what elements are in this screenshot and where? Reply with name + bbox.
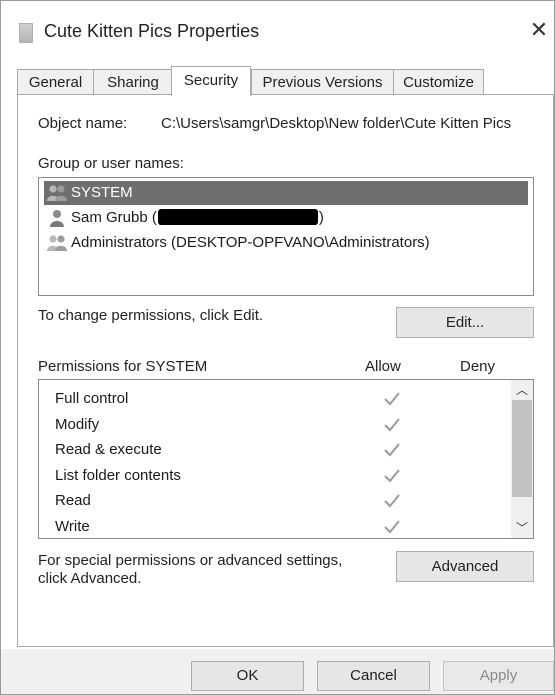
close-button[interactable]: ✕	[526, 17, 552, 43]
close-icon: ✕	[529, 17, 549, 42]
list-item-system[interactable]: SYSTEM	[44, 181, 528, 205]
user-name-prefix: Sam Grubb (	[71, 209, 157, 226]
advanced-hint-line1: For special permissions or advanced sett…	[38, 552, 343, 569]
permission-name: Read	[55, 492, 91, 509]
permission-row: Modify	[55, 412, 505, 437]
users-icon	[47, 235, 67, 251]
list-item-label: Sam Grubb ()	[71, 206, 324, 230]
check-icon	[384, 469, 400, 483]
scroll-thumb[interactable]	[512, 400, 532, 497]
list-item-administrators[interactable]: Administrators (DESKTOP-OPFVANO\Administ…	[44, 231, 528, 255]
permission-name: List folder contents	[55, 467, 181, 484]
permission-name: Read & execute	[55, 441, 162, 458]
group-names-label: Group or user names:	[38, 155, 184, 172]
tab-general[interactable]: General	[17, 69, 94, 95]
title-bar: Cute Kitten Pics Properties ✕	[1, 1, 554, 57]
users-icon	[47, 185, 67, 201]
permission-row: Full control	[55, 386, 505, 411]
allow-header: Allow	[365, 358, 401, 375]
edit-hint: To change permissions, click Edit.	[38, 307, 264, 324]
list-item-label: Administrators (DESKTOP-OPFVANO\Administ…	[71, 234, 430, 251]
list-item-label: SYSTEM	[71, 184, 133, 201]
permission-row: Write	[55, 514, 505, 539]
advanced-button[interactable]: Advanced	[396, 551, 534, 582]
object-name-label: Object name:	[38, 115, 128, 132]
tab-customize[interactable]: Customize	[393, 69, 484, 95]
scroll-up-button[interactable]: ︿	[511, 380, 533, 400]
ok-button[interactable]: OK	[191, 661, 304, 691]
properties-window: Cute Kitten Pics Properties ✕ General Sh…	[0, 0, 555, 695]
object-name-value: C:\Users\samgr\Desktop\New folder\Cute K…	[161, 115, 512, 132]
permission-row: List folder contents	[55, 463, 505, 488]
permission-name: Full control	[55, 390, 129, 407]
window-title: Cute Kitten Pics Properties	[44, 21, 260, 41]
check-icon	[384, 392, 400, 406]
permissions-title: Permissions for SYSTEM	[38, 358, 208, 375]
scroll-down-button[interactable]: ﹀	[511, 518, 533, 538]
tab-security[interactable]: Security	[171, 66, 251, 96]
tab-previous-versions[interactable]: Previous Versions	[251, 69, 394, 95]
redaction-bar	[157, 209, 318, 225]
check-icon	[384, 443, 400, 457]
permissions-scrollbar[interactable]: ︿ ﹀	[511, 380, 533, 538]
check-icon	[384, 418, 400, 432]
deny-header: Deny	[460, 358, 496, 375]
group-user-listbox[interactable]: SYSTEM Sam Grubb () Administrators (DESK…	[38, 177, 534, 296]
user-name-suffix: )	[318, 209, 324, 226]
chevron-up-icon: ︿	[515, 383, 528, 397]
check-icon	[384, 520, 400, 534]
apply-button[interactable]: Apply	[443, 661, 554, 691]
permission-name: Modify	[55, 416, 100, 433]
folder-icon	[19, 23, 33, 43]
cancel-button[interactable]: Cancel	[317, 661, 430, 691]
chevron-down-icon: ﹀	[515, 521, 528, 535]
permission-name: Write	[55, 518, 90, 535]
edit-button[interactable]: Edit...	[396, 307, 534, 338]
check-icon	[384, 494, 400, 508]
permissions-list[interactable]: Full control Modify Read & execute List …	[38, 379, 534, 539]
permission-row: Read	[55, 488, 505, 513]
advanced-hint-line2: click Advanced.	[38, 570, 142, 587]
permission-row: Read & execute	[55, 437, 505, 462]
dialog-button-bar: OK Cancel Apply	[1, 649, 554, 694]
user-icon	[50, 210, 64, 227]
list-item-sam-grubb[interactable]: Sam Grubb ()	[44, 206, 528, 230]
tab-sharing[interactable]: Sharing	[93, 69, 173, 95]
